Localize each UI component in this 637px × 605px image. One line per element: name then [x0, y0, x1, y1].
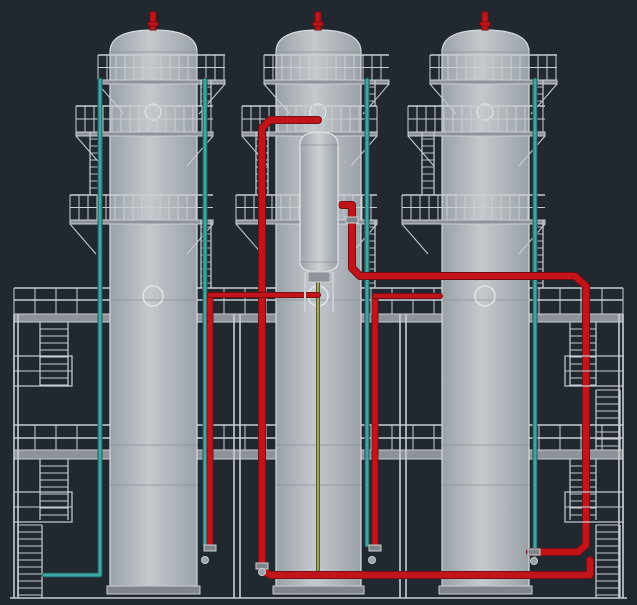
- relief-flange: [147, 21, 159, 27]
- platform-deck: [401, 219, 546, 225]
- reflux-drum: [299, 131, 339, 273]
- relief-nozzle: [149, 11, 157, 31]
- platform-deck: [263, 79, 390, 85]
- pipe-flange: [345, 216, 359, 224]
- column-skirt: [438, 585, 533, 595]
- pipe-flange: [203, 544, 217, 552]
- process-plant-elevation-drawing: [0, 0, 637, 605]
- relief-nozzle: [481, 11, 489, 31]
- platform-deck: [75, 131, 214, 137]
- column-skirt: [106, 585, 201, 595]
- column-skirt: [272, 585, 365, 595]
- platform-deck: [407, 131, 546, 137]
- platform-deck: [69, 219, 214, 225]
- relief-nozzle: [314, 11, 322, 31]
- valve: [530, 557, 538, 565]
- valve: [368, 556, 376, 564]
- relief-flange: [479, 21, 491, 27]
- distillation-column: [438, 11, 533, 595]
- pipe-flange: [527, 548, 541, 556]
- valve: [201, 556, 209, 564]
- valve: [258, 568, 266, 576]
- relief-flange: [312, 21, 324, 27]
- pipe-flange: [368, 544, 382, 552]
- distillation-column: [106, 11, 201, 595]
- drum-saddle: [307, 271, 331, 283]
- platform-deck: [429, 79, 558, 85]
- cad-viewport[interactable]: [0, 0, 637, 605]
